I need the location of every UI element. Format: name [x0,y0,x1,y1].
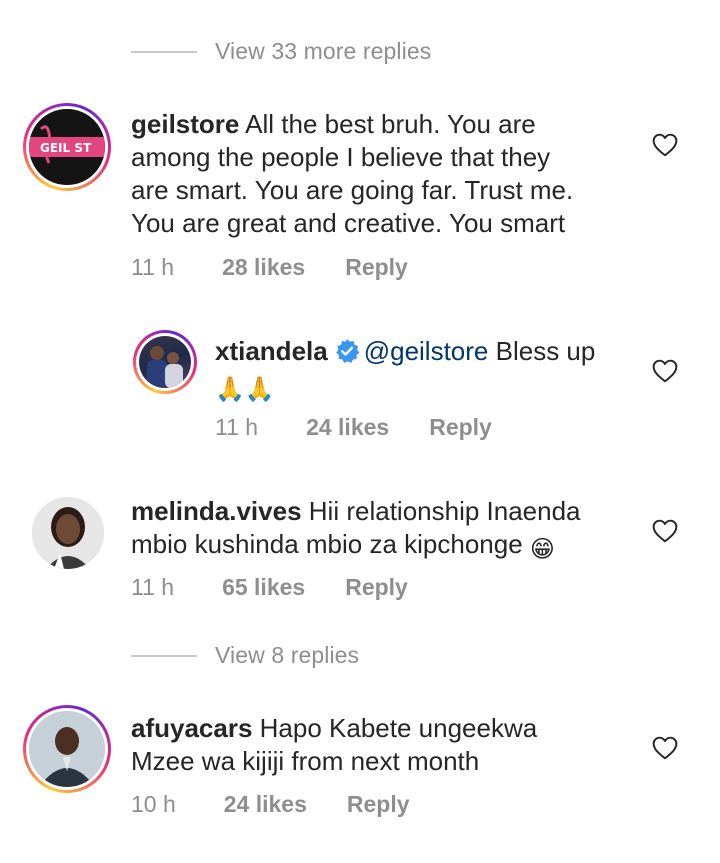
melinda-photo-icon [32,497,104,569]
comment-meta: 11 h 24 likes Reply [215,414,492,441]
comment-body: xtiandela @geilstore Bless up 🙏🙏 [215,335,635,406]
afuyacars-photo-icon [29,711,105,787]
avatar-afuyacars[interactable] [23,705,111,793]
reply-button[interactable]: Reply [429,414,492,441]
username[interactable]: xtiandela [215,336,328,366]
heart-outline-icon[interactable] [652,519,678,543]
comment-line: Mzee wa kijiji from next month [131,746,480,776]
avatar-geilstore[interactable]: GEIL ST [23,103,111,191]
likes-count[interactable]: 24 likes [306,414,389,441]
comment-line: You are great and creative. You smart [131,208,566,238]
verified-badge-icon [335,339,360,363]
likes-count[interactable]: 24 likes [224,791,307,818]
heart-outline-icon[interactable] [652,133,678,157]
view-replies-label: View 8 replies [215,642,360,668]
view-more-replies-top[interactable]: View 33 more replies [131,38,431,65]
geilstore-logo-text: GEIL ST [40,141,92,155]
comment-body: melinda.vives Hii relationship Inaenda m… [131,495,631,566]
comment-line: are smart. You are going far. Trust me. [131,175,574,205]
avatar-melinda-vives[interactable] [32,497,104,569]
timestamp: 11 h [131,254,175,280]
mention-link[interactable]: @geilstore [364,336,489,366]
username[interactable]: melinda.vives [131,496,302,526]
timestamp: 11 h [131,574,175,600]
reply-button[interactable]: Reply [345,574,408,601]
comment-meta: 10 h 24 likes Reply [131,791,410,818]
reply-button[interactable]: Reply [345,254,408,281]
divider-line [131,654,197,657]
geilstore-logo-icon: GEIL ST [29,109,105,185]
username[interactable]: geilstore [131,109,239,139]
timestamp: 11 h [215,414,259,440]
view-more-replies-label: View 33 more replies [215,38,432,64]
reply-button[interactable]: Reply [347,791,410,818]
view-replies-mid[interactable]: View 8 replies [131,642,359,669]
divider-line [131,50,197,53]
comment-line: Hii relationship Inaenda [308,496,581,526]
timestamp: 10 h [131,791,176,817]
username[interactable]: afuyacars [131,713,252,743]
folded-hands-emoji: 🙏🙏 [215,376,275,403]
likes-count[interactable]: 65 likes [222,574,305,601]
heart-outline-icon[interactable] [652,736,678,760]
heart-outline-icon[interactable] [652,359,678,383]
comment-line: Hapo Kabete ungeekwa [259,713,538,743]
comment-text: Bless up [495,336,596,366]
grin-emoji: 😁 [529,536,555,563]
avatar-xtiandela[interactable] [133,330,197,394]
comment-body: afuyacars Hapo Kabete ungeekwa Mzee wa k… [131,712,631,778]
comment-meta: 11 h 65 likes Reply [131,574,408,601]
likes-count[interactable]: 28 likes [222,254,305,281]
comment-body: geilstore All the best bruh. You are amo… [131,108,631,240]
xtiandela-photo-icon [147,346,183,388]
comment-line: among the people I believe that they [131,142,551,172]
comment-line: mbio kushinda mbio za kipchonge [131,529,523,559]
comment-meta: 11 h 28 likes Reply [131,254,408,281]
comment-line: All the best bruh. You are [245,109,536,139]
